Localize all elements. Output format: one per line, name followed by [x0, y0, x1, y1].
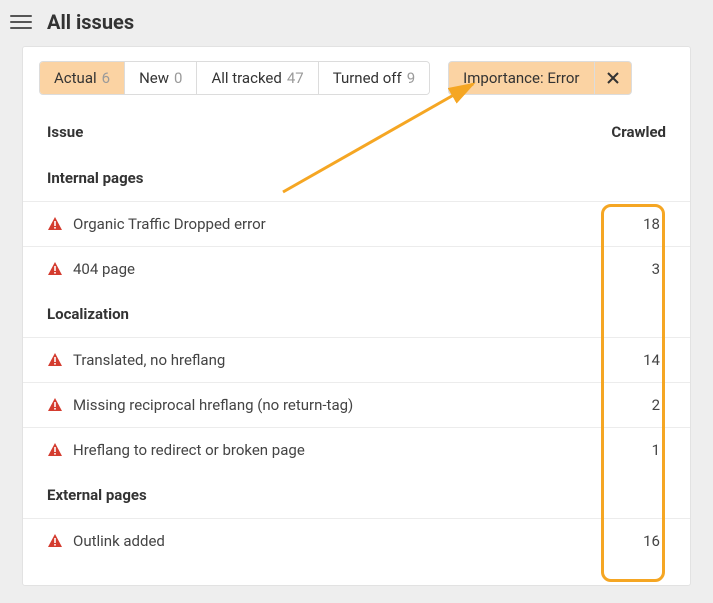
- col-crawled: Crawled: [611, 123, 666, 141]
- tab-label: New: [139, 69, 169, 87]
- issue-name: 404 page: [73, 260, 135, 278]
- menu-icon[interactable]: [10, 11, 32, 33]
- close-icon[interactable]: [595, 62, 631, 94]
- error-icon: [47, 216, 63, 232]
- page-title: All issues: [47, 10, 134, 34]
- tab-label: All tracked: [211, 69, 281, 87]
- error-icon: [47, 533, 63, 549]
- issue-name: Hreflang to redirect or broken page: [73, 441, 305, 459]
- filter-chip-importance: Importance: Error: [448, 61, 631, 95]
- issue-count: 3: [630, 260, 660, 278]
- issues-panel: Actual 6 New 0 All tracked 47 Turned off…: [22, 46, 691, 586]
- tab-count: 0: [174, 69, 182, 87]
- error-icon: [47, 352, 63, 368]
- tab-new[interactable]: New 0: [125, 62, 197, 94]
- issue-row[interactable]: Missing reciprocal hreflang (no return-t…: [23, 382, 690, 427]
- tab-count: 6: [102, 69, 110, 87]
- tab-turned-off[interactable]: Turned off 9: [319, 62, 429, 94]
- error-icon: [47, 261, 63, 277]
- issue-row[interactable]: Hreflang to redirect or broken page 1: [23, 427, 690, 472]
- group-title-localization: Localization: [23, 291, 690, 337]
- tab-count: 47: [287, 69, 304, 87]
- issue-name: Translated, no hreflang: [73, 351, 225, 369]
- issue-count: 14: [630, 351, 660, 369]
- column-headers: Issue Crawled: [23, 109, 690, 155]
- filter-bar: Actual 6 New 0 All tracked 47 Turned off…: [23, 47, 690, 109]
- issue-name: Missing reciprocal hreflang (no return-t…: [73, 396, 353, 414]
- issue-row[interactable]: Organic Traffic Dropped error 18: [23, 201, 690, 246]
- error-icon: [47, 397, 63, 413]
- issue-name: Organic Traffic Dropped error: [73, 215, 266, 233]
- col-issue: Issue: [47, 123, 83, 141]
- tab-actual[interactable]: Actual 6: [40, 62, 125, 94]
- issue-count: 2: [630, 396, 660, 414]
- issue-row[interactable]: Translated, no hreflang 14: [23, 337, 690, 382]
- tab-label: Actual: [54, 69, 97, 87]
- group-title-external-pages: External pages: [23, 472, 690, 518]
- filter-tabs: Actual 6 New 0 All tracked 47 Turned off…: [39, 61, 430, 95]
- error-icon: [47, 442, 63, 458]
- issue-count: 18: [630, 215, 660, 233]
- group-title-internal-pages: Internal pages: [23, 155, 690, 201]
- issue-row[interactable]: 404 page 3: [23, 246, 690, 291]
- tab-all-tracked[interactable]: All tracked 47: [197, 62, 318, 94]
- tab-count: 9: [407, 69, 415, 87]
- issue-row[interactable]: Outlink added 16: [23, 518, 690, 563]
- filter-chip-label[interactable]: Importance: Error: [449, 62, 594, 94]
- issue-name: Outlink added: [73, 532, 165, 550]
- issue-count: 16: [630, 532, 660, 550]
- tab-label: Turned off: [333, 69, 402, 87]
- issue-count: 1: [630, 441, 660, 459]
